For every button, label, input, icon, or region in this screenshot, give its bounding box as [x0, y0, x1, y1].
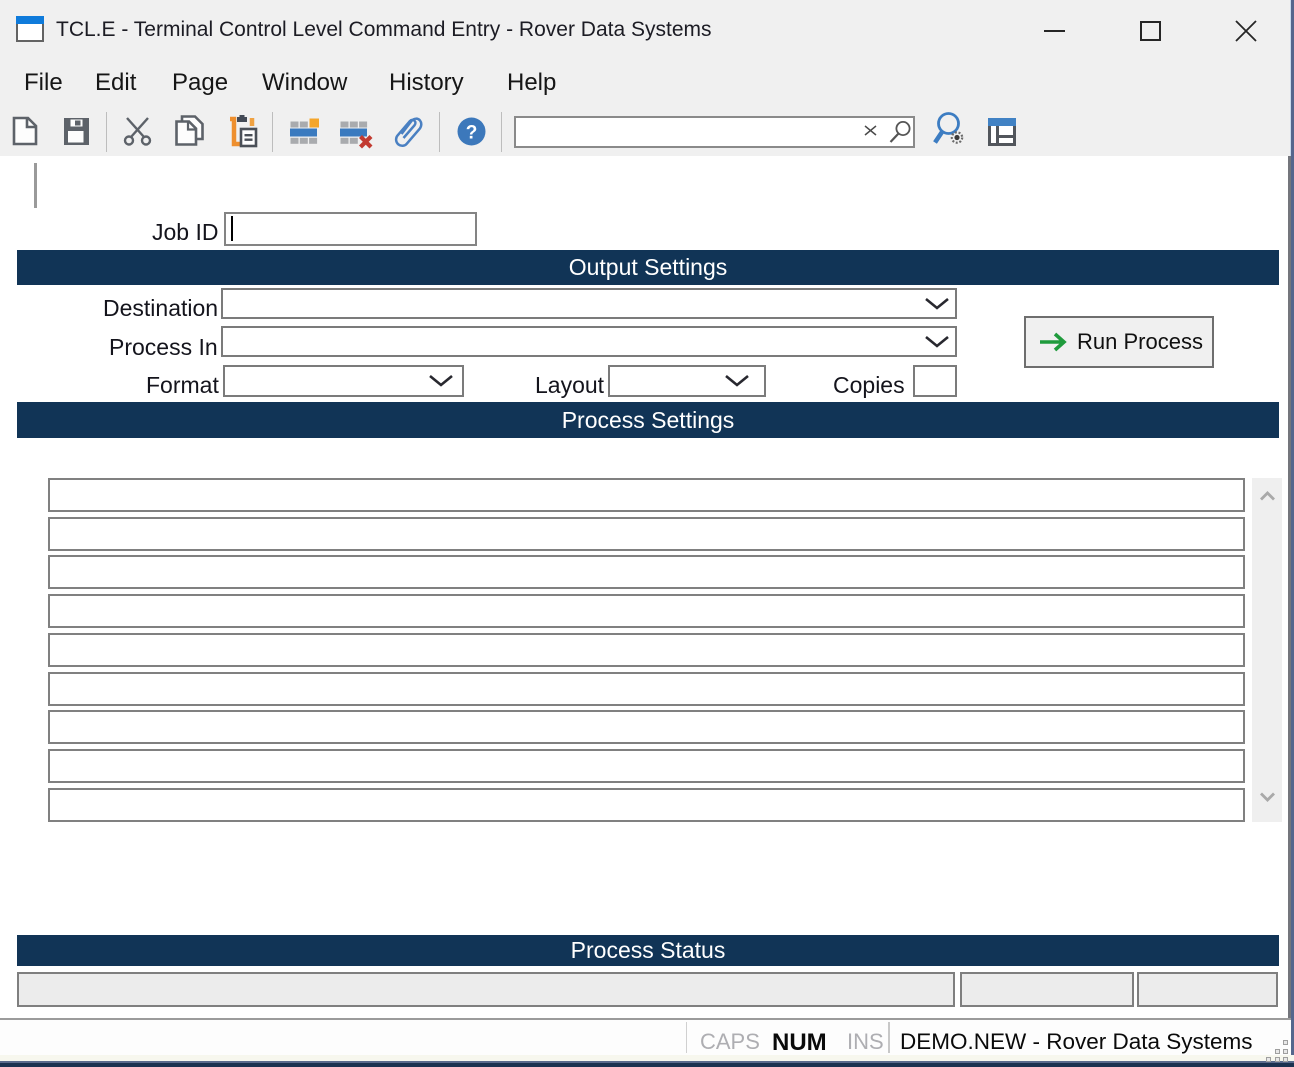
svg-text:?: ?	[466, 123, 478, 144]
